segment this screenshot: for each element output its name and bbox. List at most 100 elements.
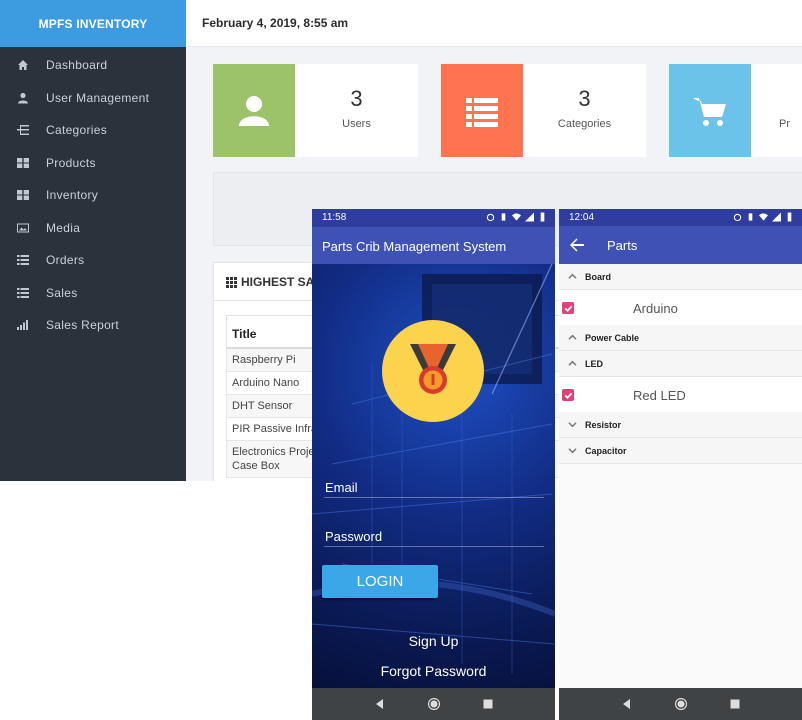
home-icon <box>0 59 46 71</box>
group-resistor[interactable]: Resistor <box>559 412 802 438</box>
stat-card-products: Pr <box>669 64 802 157</box>
sidebar-item-products[interactable]: Products <box>0 147 186 179</box>
stat-value: 3 <box>350 86 363 111</box>
status-bar: 11:58 <box>312 209 555 227</box>
app-title: Parts Crib Management System <box>322 239 507 254</box>
vibrate-icon <box>501 213 506 221</box>
list-item-red-led[interactable]: Red LED <box>559 377 802 414</box>
sidebar-item-sales[interactable]: Sales <box>0 277 186 309</box>
sidebar-item-label: Dashboard <box>46 58 108 72</box>
sidebar-item-label: Sales <box>46 286 78 300</box>
stat-value: 3 <box>578 86 591 111</box>
sidebar-item-inventory[interactable]: Inventory <box>0 179 186 211</box>
panel-title: HIGHEST SA <box>241 275 315 289</box>
top-bar: February 4, 2019, 8:55 am <box>186 0 802 47</box>
group-capacitor[interactable]: Capacitor <box>559 438 802 464</box>
chevron-down-icon <box>559 420 585 429</box>
signal-icon <box>772 212 781 222</box>
sidebar-item-label: Categories <box>46 123 108 137</box>
sidebar-item-label: Media <box>46 221 81 235</box>
item-label: Arduino <box>633 301 678 316</box>
app-bar: Parts <box>559 226 802 264</box>
login-screen: 11:58 Parts Crib Management System Email… <box>312 209 555 720</box>
group-led[interactable]: LED <box>559 351 802 377</box>
sidebar-item-label: Products <box>46 156 96 170</box>
grid-icon <box>0 189 46 201</box>
app-bar: Parts Crib Management System <box>312 227 555 264</box>
screenshot-collage: MPFS INVENTORY February 4, 2019, 8:55 am… <box>0 0 802 720</box>
page-title: Parts <box>607 238 638 253</box>
sidebar-item-label: User Management <box>46 91 150 105</box>
group-label: LED <box>585 358 603 369</box>
grid-icon <box>226 276 237 288</box>
group-label: Capacitor <box>585 445 627 456</box>
chevron-up-icon <box>559 272 585 281</box>
item-label: Red LED <box>633 388 686 403</box>
bar-chart-icon <box>0 319 46 331</box>
sign-up-link[interactable]: Sign Up <box>312 633 555 649</box>
medal-icon <box>410 344 456 394</box>
checkbox-checked[interactable] <box>562 302 574 314</box>
forgot-password-link[interactable]: Forgot Password <box>312 663 555 679</box>
chevron-down-icon <box>559 446 585 455</box>
user-icon <box>239 95 269 126</box>
image-icon <box>0 222 46 234</box>
stat-box <box>441 64 523 157</box>
stat-box <box>213 64 295 157</box>
alarm-icon <box>733 213 742 222</box>
stat-label: Categories <box>557 118 612 130</box>
stat-box <box>669 64 751 157</box>
wifi-icon <box>759 213 768 221</box>
email-input[interactable] <box>324 497 544 498</box>
tree-icon <box>0 124 46 136</box>
nav-home-icon[interactable] <box>674 698 687 710</box>
stat-card-users: 3 Users <box>213 64 418 157</box>
nav-back-icon[interactable] <box>621 698 633 710</box>
nav-recents-icon[interactable] <box>482 698 494 710</box>
group-label: Board <box>585 271 612 282</box>
battery-icon <box>787 212 792 222</box>
list-item-arduino[interactable]: Arduino <box>559 290 802 327</box>
login-button[interactable]: LOGIN <box>322 565 438 598</box>
brand-logo[interactable]: MPFS INVENTORY <box>0 0 186 47</box>
signal-icon <box>525 212 534 222</box>
group-board[interactable]: Board <box>559 264 802 290</box>
chevron-up-icon <box>559 359 585 368</box>
email-label: Email <box>325 480 358 495</box>
back-arrow-icon[interactable] <box>569 237 585 253</box>
sidebar: Dashboard User Management Categories Pro… <box>0 47 186 481</box>
sidebar-item-orders[interactable]: Orders <box>0 244 186 276</box>
android-nav-bar <box>312 688 555 720</box>
list-icon <box>466 97 498 127</box>
group-label: Resistor <box>585 419 622 430</box>
list-icon <box>0 254 46 266</box>
nav-recents-icon[interactable] <box>729 698 741 710</box>
grid-icon <box>0 157 46 169</box>
status-bar: 12:04 <box>559 209 802 226</box>
sidebar-item-user-management[interactable]: User Management <box>0 82 186 114</box>
sidebar-item-label: Inventory <box>46 188 99 202</box>
sidebar-item-sales-report[interactable]: Sales Report <box>0 309 186 341</box>
battery-icon <box>540 212 545 222</box>
list-icon <box>0 287 46 299</box>
nav-back-icon[interactable] <box>374 698 386 710</box>
group-power-cable[interactable]: Power Cable <box>559 325 802 351</box>
status-time: 12:04 <box>569 212 595 223</box>
chevron-up-icon <box>559 333 585 342</box>
stat-card-categories: 3 Categories <box>441 64 646 157</box>
sidebar-item-categories[interactable]: Categories <box>0 114 186 146</box>
user-icon <box>0 92 46 104</box>
parts-screen: 12:04 Parts Board Arduino Power Cable LE… <box>559 209 802 720</box>
sidebar-item-dashboard[interactable]: Dashboard <box>0 49 186 81</box>
stat-label: Users <box>342 118 371 130</box>
sidebar-item-label: Sales Report <box>46 318 119 332</box>
circuit-background: Email Password LOGIN Sign Up Forgot Pass… <box>312 264 555 688</box>
alarm-icon <box>486 213 495 222</box>
vibrate-icon <box>748 213 753 221</box>
password-input[interactable] <box>324 546 544 547</box>
medal-logo <box>382 320 484 422</box>
nav-home-icon[interactable] <box>427 698 440 710</box>
sidebar-item-label: Orders <box>46 253 85 267</box>
sidebar-item-media[interactable]: Media <box>0 212 186 244</box>
checkbox-checked[interactable] <box>562 389 574 401</box>
